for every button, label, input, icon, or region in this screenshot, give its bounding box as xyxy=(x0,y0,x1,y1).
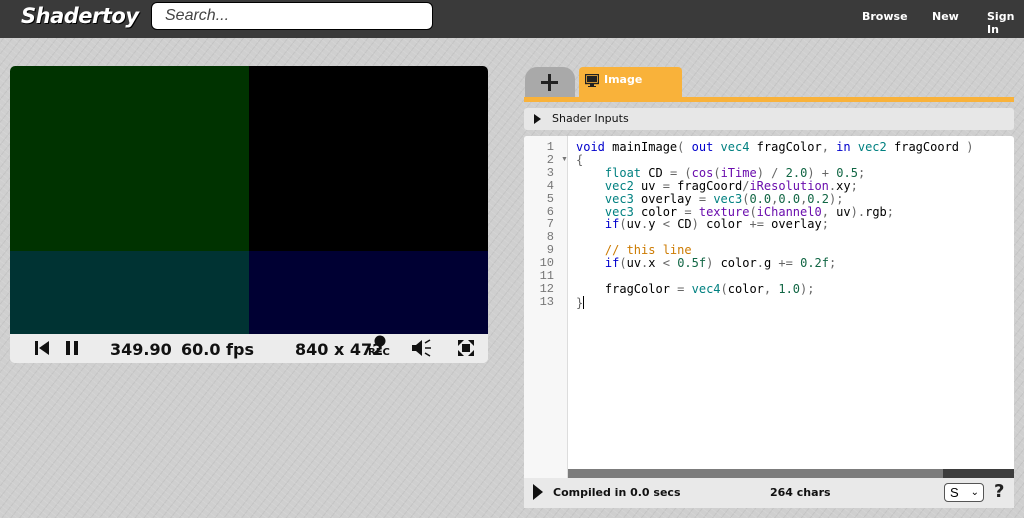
tab-image-label: Image xyxy=(604,73,643,86)
line-number: 3 xyxy=(546,165,554,180)
line-number: 13 xyxy=(539,294,554,309)
nav-sign-in-link[interactable]: Sign In xyxy=(987,10,1024,36)
chevron-down-icon: ⌄ xyxy=(970,487,979,498)
shader-canvas[interactable] xyxy=(10,66,488,334)
expand-arrow-icon xyxy=(534,114,541,124)
compile-play-icon[interactable] xyxy=(533,484,543,500)
code-line: void mainImage( out vec4 fragColor, in v… xyxy=(576,140,974,154)
code-editor[interactable]: 1 2 3 4 5 6 7 8 9 10 11 12 13 ▼ void mai… xyxy=(524,136,1014,478)
horizontal-scrollbar[interactable] xyxy=(568,469,1014,478)
canvas-quadrant-bottom-right xyxy=(249,251,488,334)
compile-status-text: Compiled in 0.0 secs xyxy=(553,486,681,499)
line-number: 12 xyxy=(539,281,554,296)
code-text[interactable]: void mainImage( out vec4 fragColor, in v… xyxy=(576,141,973,310)
text-cursor xyxy=(583,295,585,309)
fps-display: 60.0 fps xyxy=(181,340,254,359)
shader-inputs-label: Shader Inputs xyxy=(552,112,629,125)
code-line: if(uv.x < 0.5f) color.g += 0.2f; xyxy=(604,256,837,271)
add-tab-button[interactable] xyxy=(525,67,575,98)
char-count: 264 chars xyxy=(770,486,831,499)
line-number: 1 xyxy=(546,140,554,154)
pause-icon[interactable] xyxy=(66,340,79,356)
compile-status-bar: Compiled in 0.0 secs 264 chars S ⌄ ? xyxy=(524,478,1014,508)
shader-player: 349.90 60.0 fps 840 x 472 REC xyxy=(10,66,488,363)
player-controls: 349.90 60.0 fps 840 x 472 REC xyxy=(10,334,488,363)
record-icon xyxy=(374,335,386,347)
tab-image[interactable]: Image xyxy=(579,67,682,98)
help-button[interactable]: ? xyxy=(994,481,1004,502)
search-input[interactable] xyxy=(151,2,433,30)
rewind-icon[interactable] xyxy=(35,340,49,356)
line-number: 2 xyxy=(546,152,554,167)
top-header: Shadertoy Browse New Sign In xyxy=(0,0,1024,38)
shadertoy-logo[interactable]: Shadertoy xyxy=(21,4,139,28)
font-size-select[interactable]: S ⌄ xyxy=(944,483,984,502)
code-line: } xyxy=(576,295,585,310)
volume-icon[interactable] xyxy=(411,339,433,357)
fold-marker-icon[interactable]: ▼ xyxy=(561,156,568,163)
fullscreen-icon[interactable] xyxy=(458,340,474,356)
code-line: fragColor = vec4(color, 1.0); xyxy=(576,281,815,296)
code-line: if(uv.y < CD) color += overlay; xyxy=(604,217,829,232)
nav-browse-link[interactable]: Browse xyxy=(862,10,908,23)
select-value: S xyxy=(950,485,959,500)
record-label: REC xyxy=(368,347,390,358)
tab-underline xyxy=(524,97,1014,102)
plus-icon xyxy=(541,74,558,91)
canvas-quadrant-top-left xyxy=(10,66,249,251)
line-number: 5 xyxy=(546,191,554,206)
monitor-icon xyxy=(585,74,599,87)
shader-inputs-toggle[interactable]: Shader Inputs xyxy=(524,108,1014,130)
line-number: 4 xyxy=(546,178,554,193)
canvas-quadrant-bottom-left xyxy=(10,251,249,334)
record-button[interactable]: REC xyxy=(368,335,394,361)
nav-new-link[interactable]: New xyxy=(932,10,959,23)
scrollbar-thumb[interactable] xyxy=(943,469,1014,478)
canvas-quadrant-top-right xyxy=(249,66,488,251)
time-display: 349.90 xyxy=(110,340,172,359)
line-number-gutter: 1 2 3 4 5 6 7 8 9 10 11 12 13 ▼ xyxy=(524,136,568,478)
line-number: 11 xyxy=(539,269,554,283)
